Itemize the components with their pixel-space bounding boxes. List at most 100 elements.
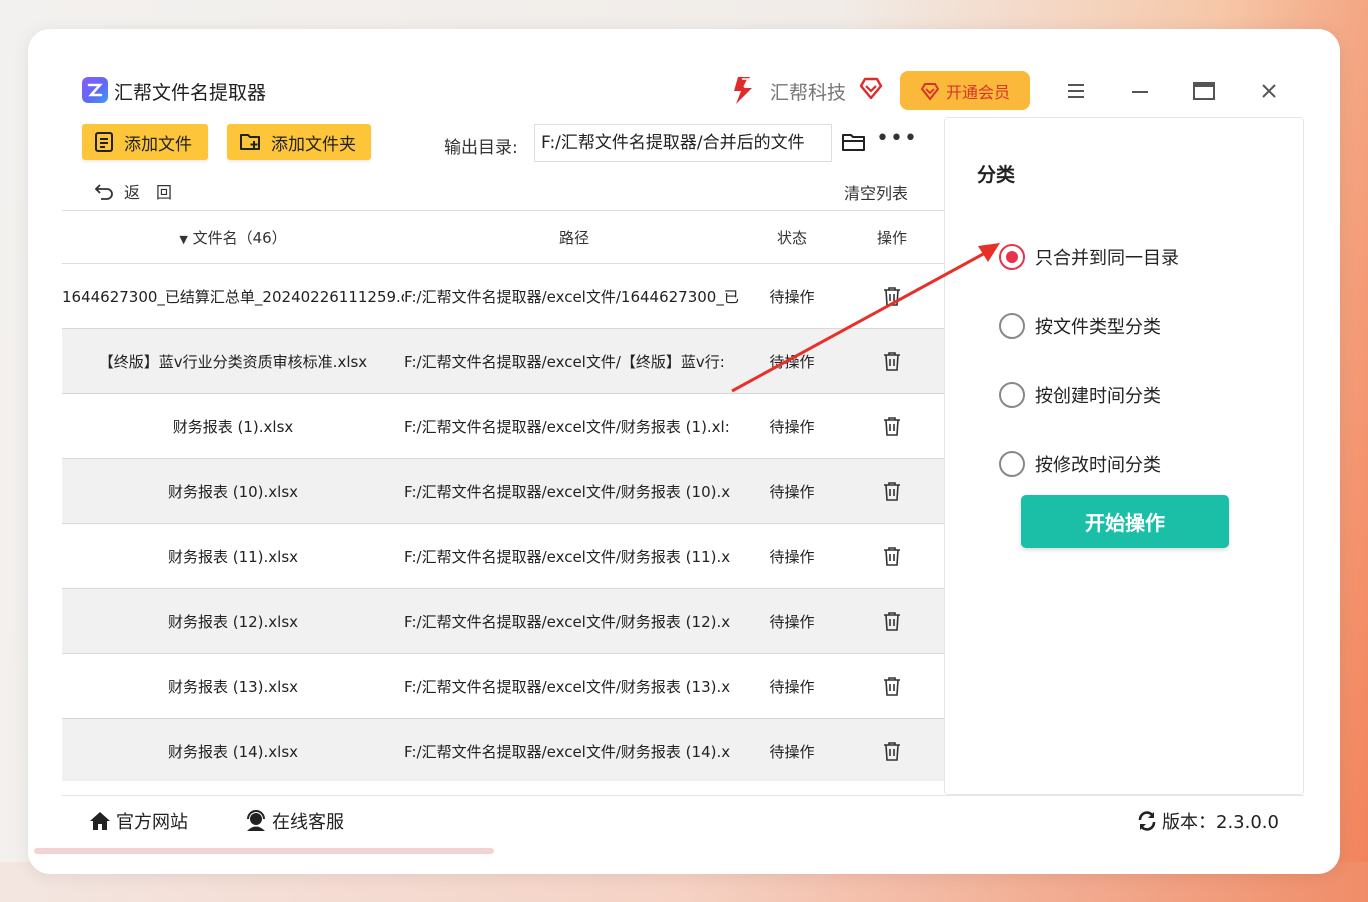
category-option-label: 按修改时间分类 xyxy=(1035,455,1161,476)
file-path-cell: F:/汇帮文件名提取器/excel文件/1644627300_已 xyxy=(404,287,739,306)
table-row[interactable]: 财务报表 (11).xlsx F:/汇帮文件名提取器/excel文件/财务报表 (… xyxy=(62,524,944,589)
category-option-label: 只合并到同一目录 xyxy=(1035,248,1179,269)
file-status-cell: 待操作 xyxy=(769,482,815,501)
trash-icon xyxy=(884,742,900,761)
radio-button[interactable] xyxy=(999,382,1025,408)
category-option[interactable]: 按创建时间分类 xyxy=(999,382,1161,408)
trash-icon xyxy=(884,612,900,631)
file-path-cell: F:/汇帮文件名提取器/excel文件/财务报表 (11).x xyxy=(404,547,731,566)
category-option-label: 按文件类型分类 xyxy=(1035,317,1161,338)
file-name-cell: 财务报表 (14).xlsx xyxy=(167,742,299,761)
table-row[interactable]: 【终版】蓝v行业分类资质审核标准.xlsx F:/汇帮文件名提取器/excel文件… xyxy=(62,329,944,394)
file-status-cell: 待操作 xyxy=(769,287,815,306)
file-list-icon xyxy=(95,132,113,152)
trash-icon xyxy=(884,482,900,501)
folder-add-icon xyxy=(240,134,260,150)
category-option[interactable]: 只合并到同一目录 xyxy=(999,244,1179,270)
file-status-cell: 待操作 xyxy=(769,742,815,761)
undo-icon xyxy=(94,184,113,200)
brand-logo-icon xyxy=(734,77,752,104)
file-name-cell: 财务报表 (11).xlsx xyxy=(167,547,299,566)
horizontal-scrollbar[interactable] xyxy=(34,848,494,854)
trash-icon xyxy=(884,287,900,306)
category-option[interactable]: 按文件类型分类 xyxy=(999,313,1161,339)
radio-button[interactable] xyxy=(999,451,1025,477)
delete-button[interactable] xyxy=(840,676,944,696)
file-status-cell: 待操作 xyxy=(769,677,815,696)
file-name-cell: 财务报表 (10).xlsx xyxy=(167,482,299,501)
file-name-cell: 1644627300_已结算汇总单_20240226111259.c xyxy=(62,287,404,306)
file-path-cell: F:/汇帮文件名提取器/excel文件/财务报表 (12).x xyxy=(404,612,731,631)
add-file-label: 添加文件 xyxy=(124,134,192,155)
radio-button[interactable] xyxy=(999,244,1025,270)
file-name-cell: 财务报表 (1).xlsx xyxy=(172,417,294,436)
file-status-cell: 待操作 xyxy=(769,352,815,371)
add-file-button[interactable]: 添加文件 xyxy=(82,124,208,160)
delete-button[interactable] xyxy=(840,481,944,501)
menu-icon[interactable] xyxy=(1064,79,1088,103)
category-panel: 分类 只合并到同一目录 按文件类型分类 按创建时间分类 按修改时间分类 开始操作 xyxy=(944,117,1304,795)
trash-icon xyxy=(884,677,900,696)
website-link[interactable]: 官方网站 xyxy=(88,808,188,834)
add-folder-label: 添加文件夹 xyxy=(271,134,356,155)
category-option[interactable]: 按修改时间分类 xyxy=(999,451,1161,477)
table-header: ▼ 文件名（46） 路径 状态 操作 xyxy=(62,211,944,264)
table-row[interactable]: 财务报表 (10).xlsx F:/汇帮文件名提取器/excel文件/财务报表 (… xyxy=(62,459,944,524)
vip-label: 开通会员 xyxy=(945,82,1010,102)
file-path-cell: F:/汇帮文件名提取器/excel文件/财务报表 (10).x xyxy=(404,482,731,501)
app-title: 汇帮文件名提取器 xyxy=(114,82,267,104)
back-label: 返 回 xyxy=(124,183,173,202)
delete-button[interactable] xyxy=(840,416,944,436)
output-dir-field[interactable]: F:/汇帮文件名提取器/合并后的文件 xyxy=(534,124,832,162)
table-row[interactable]: 财务报表 (12).xlsx F:/汇帮文件名提取器/excel文件/财务报表 (… xyxy=(62,589,944,654)
category-option-label: 按创建时间分类 xyxy=(1035,386,1161,407)
app-window: 汇帮文件名提取器 汇帮科技 开通会员 添加文件 添加文件夹 输出目录: F:/汇… xyxy=(28,29,1340,874)
sort-down-icon: ▼ xyxy=(179,232,188,246)
title-bar: 汇帮文件名提取器 汇帮科技 开通会员 xyxy=(28,29,1340,117)
heart-diamond-icon[interactable] xyxy=(858,75,884,101)
footer-bar: 官方网站 在线客服 版本：2.3.0.0 xyxy=(62,795,1304,845)
diamond-icon xyxy=(920,82,940,101)
version-info[interactable]: 版本：2.3.0.0 xyxy=(1136,808,1279,834)
delete-button[interactable] xyxy=(840,351,944,371)
online-service-link[interactable]: 在线客服 xyxy=(244,808,344,834)
header-op: 操作 xyxy=(876,228,907,247)
radio-button[interactable] xyxy=(999,313,1025,339)
file-name-cell: 【终版】蓝v行业分类资质审核标准.xlsx xyxy=(98,352,368,371)
file-path-cell: F:/汇帮文件名提取器/excel文件/财务报表 (13).x xyxy=(404,677,731,696)
add-folder-button[interactable]: 添加文件夹 xyxy=(227,124,371,160)
delete-button[interactable] xyxy=(840,286,944,306)
category-title: 分类 xyxy=(977,164,1016,186)
delete-button[interactable] xyxy=(840,611,944,631)
header-status: 状态 xyxy=(776,228,807,247)
table-row[interactable]: 财务报表 (13).xlsx F:/汇帮文件名提取器/excel文件/财务报表 (… xyxy=(62,654,944,719)
file-status-cell: 待操作 xyxy=(769,547,815,566)
file-path-cell: F:/汇帮文件名提取器/excel文件/财务报表 (1).xl: xyxy=(404,417,730,436)
maximize-icon[interactable] xyxy=(1192,79,1216,103)
clear-list-button[interactable]: 清空列表 xyxy=(844,180,908,204)
trash-icon xyxy=(884,417,900,436)
file-path-cell: F:/汇帮文件名提取器/excel文件/【终版】蓝v行: xyxy=(404,352,725,371)
file-name-cell: 财务报表 (13).xlsx xyxy=(167,677,299,696)
table-row[interactable]: 1644627300_已结算汇总单_20240226111259.c F:/汇帮文… xyxy=(62,264,944,329)
home-icon xyxy=(90,812,110,830)
delete-button[interactable] xyxy=(840,741,944,761)
back-button[interactable]: 返 回 xyxy=(94,179,172,203)
header-name[interactable]: ▼ 文件名（46） xyxy=(62,227,404,248)
more-options-icon[interactable]: ••• xyxy=(876,128,917,155)
minimize-icon[interactable] xyxy=(1128,79,1152,103)
table-row[interactable]: 财务报表 (1).xlsx F:/汇帮文件名提取器/excel文件/财务报表 (1… xyxy=(62,394,944,459)
start-button[interactable]: 开始操作 xyxy=(1021,495,1229,548)
table-row[interactable]: 财务报表 (14).xlsx F:/汇帮文件名提取器/excel文件/财务报表 (… xyxy=(62,719,944,781)
customer-service-icon xyxy=(247,810,265,831)
vip-button[interactable]: 开通会员 xyxy=(900,71,1030,110)
close-icon[interactable] xyxy=(1257,79,1281,103)
brand-name: 汇帮科技 xyxy=(770,82,847,104)
folder-open-icon[interactable] xyxy=(840,129,868,155)
trash-icon xyxy=(884,547,900,566)
trash-icon xyxy=(884,352,900,371)
delete-button[interactable] xyxy=(840,546,944,566)
file-path-cell: F:/汇帮文件名提取器/excel文件/财务报表 (14).x xyxy=(404,742,731,761)
refresh-icon xyxy=(1138,811,1156,831)
file-status-cell: 待操作 xyxy=(769,612,815,631)
